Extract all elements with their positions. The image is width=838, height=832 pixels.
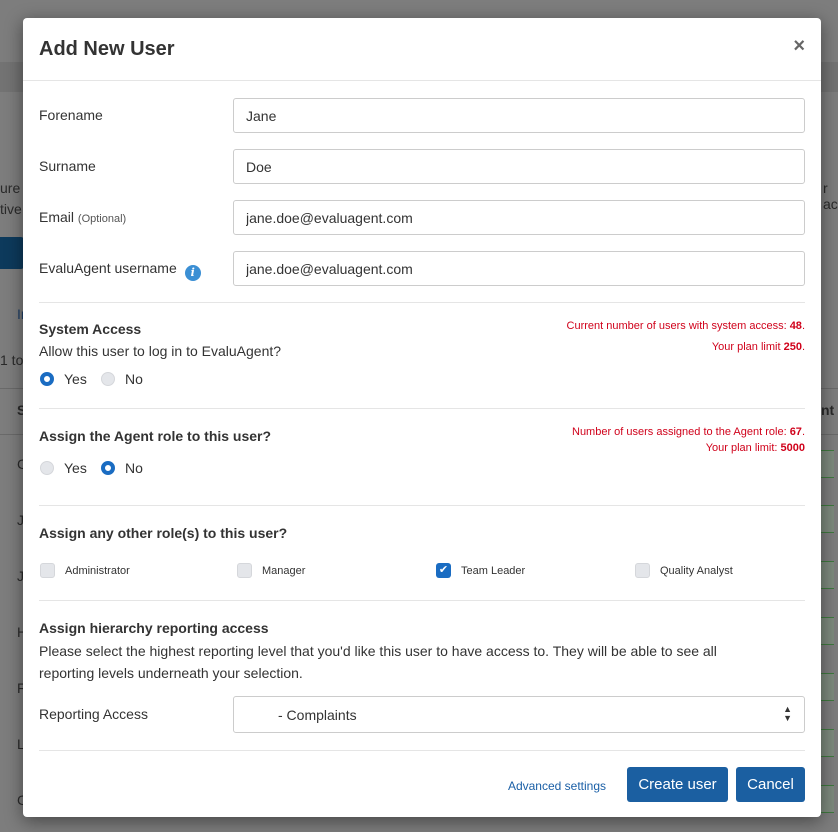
close-icon[interactable]: × [793,36,805,56]
background-text: ure [0,180,21,196]
system-access-limit-note: Your plan limit 250. [712,341,805,353]
radio-unselected-indicator [40,461,54,475]
background-text: r ac [823,180,838,212]
note-value: 5000 [780,442,805,454]
radio-label: Yes [64,460,87,476]
surname-label: Surname [39,158,96,174]
checkbox-box [237,563,252,578]
agent-role-count-note: Number of users assigned to the Agent ro… [572,426,805,438]
advanced-settings-link[interactable]: Advanced settings [508,779,606,793]
forename-input[interactable] [233,98,805,133]
checkbox-label: Team Leader [461,564,526,577]
checkbox-box [635,563,650,578]
agent-role-limit-note: Your plan limit: 5000 [706,442,805,454]
radio-label: Yes [64,371,87,387]
background-button [0,237,24,269]
agent-role-title: Assign the Agent role to this user? [39,428,272,444]
select-arrows-icon: ▲ ▼ [783,705,792,723]
email-label: Email (Optional) [39,209,126,225]
checkbox-label: Manager [262,564,306,577]
role-quality-analyst-checkbox[interactable]: Quality Analyst [635,563,733,578]
select-value: - Complaints [278,707,357,723]
checkbox-label: Administrator [65,564,130,577]
note-text: Current number of users with system acce… [566,320,790,332]
modal-header: Add New User × [23,18,821,81]
role-team-leader-checkbox[interactable]: ✔ Team Leader [436,563,525,578]
note-value: 48 [789,320,802,332]
system-access-question: Allow this user to log in to EvaluAgent? [39,343,282,359]
system-access-title: System Access [39,321,142,337]
reporting-access-select[interactable]: - Complaints ▲ ▼ [233,696,805,733]
note-text: Your plan limit: [705,442,781,454]
reporting-access-label: Reporting Access [39,706,148,722]
create-user-button[interactable]: Create user [627,767,728,802]
agent-role-yes-radio[interactable]: Yes [40,460,87,476]
radio-selected-indicator [40,372,54,386]
email-input[interactable] [233,200,805,235]
system-access-count-note: Current number of users with system acce… [567,320,805,332]
section-divider [39,505,805,506]
email-label-text: Email [39,209,75,225]
add-user-modal: Add New User × Forename Surname Email (O… [23,18,821,817]
forename-label: Forename [39,107,103,123]
hierarchy-title: Assign hierarchy reporting access [39,620,269,636]
checkbox-box [40,563,55,578]
note-text: Number of users assigned to the Agent ro… [572,426,790,438]
background-text: tive [0,201,22,217]
modal-title: Add New User [39,38,175,60]
background-text: nt [821,402,835,418]
username-input[interactable] [233,251,805,286]
email-optional-hint: (Optional) [77,213,127,225]
surname-input[interactable] [233,149,805,184]
section-divider [39,750,805,751]
info-icon[interactable]: i [184,265,201,281]
note-text: Your plan limit [711,341,784,353]
system-access-yes-radio[interactable]: Yes [40,371,87,387]
note-text: . [801,426,805,438]
radio-unselected-indicator [101,372,115,386]
note-value: 67 [789,426,802,438]
username-label-text: EvaluAgent username [39,260,177,276]
system-access-no-radio[interactable]: No [101,371,143,387]
section-divider [39,408,805,409]
note-text: . [801,341,805,353]
radio-label: No [125,460,143,476]
radio-selected-indicator [101,461,115,475]
note-value: 250 [783,341,802,353]
agent-role-no-radio[interactable]: No [101,460,143,476]
note-text: . [801,320,805,332]
other-roles-title: Assign any other role(s) to this user? [39,525,288,541]
checkbox-label: Quality Analyst [660,564,733,577]
checkmark-icon: ✔ [436,563,451,578]
cancel-button[interactable]: Cancel [736,767,805,802]
username-label: EvaluAgent username i [39,260,201,281]
role-manager-checkbox[interactable]: Manager [237,563,305,578]
role-administrator-checkbox[interactable]: Administrator [40,563,130,578]
section-divider [39,302,805,303]
radio-label: No [125,371,143,387]
arrow-down-icon: ▼ [783,713,792,723]
background-text: 1 to [0,352,24,368]
section-divider [39,600,805,601]
hierarchy-description: Please select the highest reporting leve… [39,643,717,681]
